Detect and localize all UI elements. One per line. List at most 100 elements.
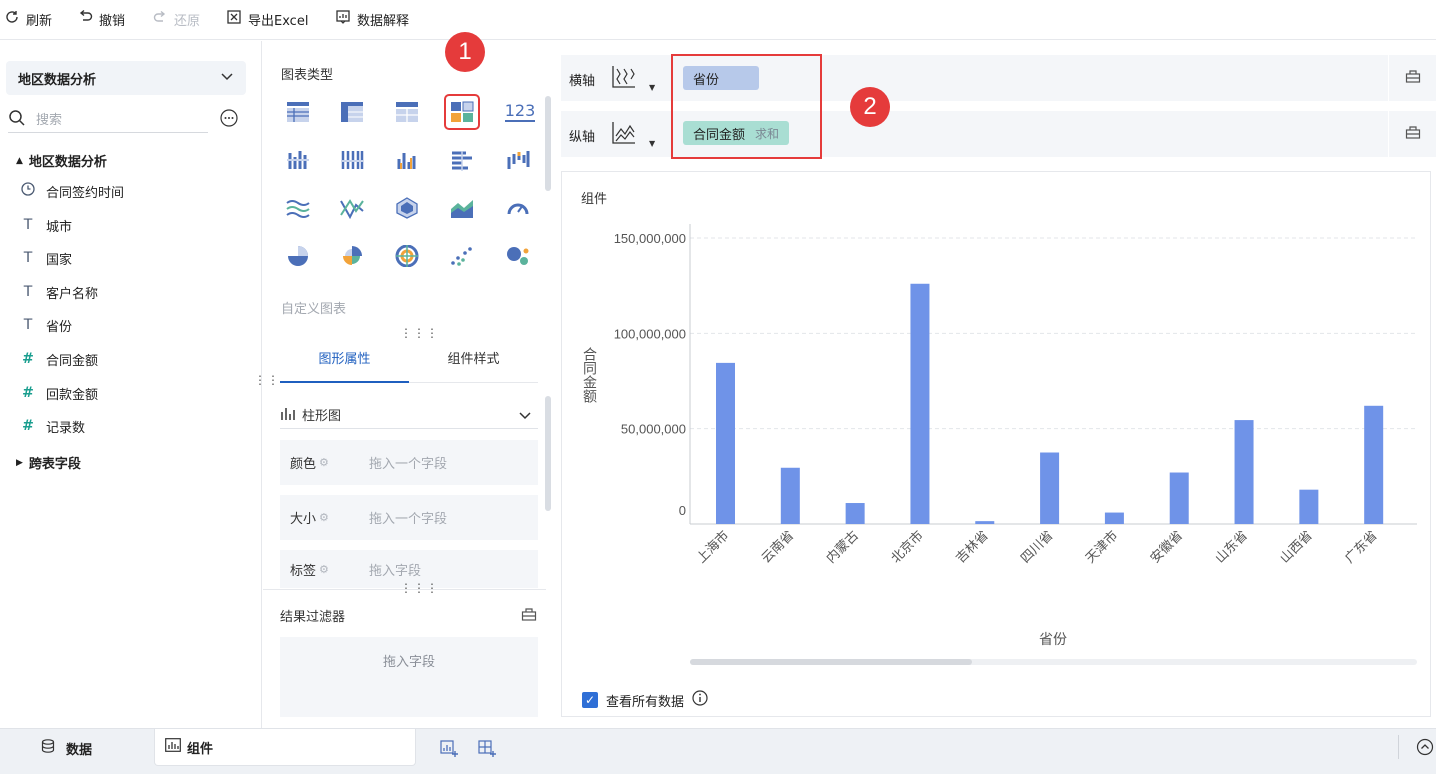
table-chart-icon[interactable]	[283, 97, 313, 127]
data-explain-button[interactable]: 数据解释	[335, 8, 409, 30]
bubble-chart-icon[interactable]	[503, 241, 533, 271]
y-tick-label: 150,000,000	[614, 231, 686, 246]
refresh-button[interactable]: 刷新	[4, 8, 52, 30]
drag-handle-icon[interactable]: ⋮⋮⋮	[400, 582, 439, 594]
kpi-number-icon[interactable]: 123	[503, 97, 537, 127]
bottom-tab-bar: 数据 组件	[0, 728, 1436, 774]
export-excel-label: 导出Excel	[248, 13, 309, 29]
horizontal-bar-icon[interactable]	[447, 145, 477, 175]
radar-line-icon[interactable]	[337, 193, 367, 223]
mark-type-select[interactable]: 柱形图	[280, 401, 538, 429]
data-explain-icon	[335, 9, 351, 29]
custom-chart-type-icon[interactable]	[444, 94, 480, 130]
redo-button[interactable]: 还原	[152, 8, 200, 30]
field-item[interactable]: 合同签约时间	[20, 181, 124, 201]
line-chart-icon[interactable]	[283, 193, 313, 223]
x-tick-label: 安徽省	[1148, 528, 1186, 566]
cross-table-chart-icon[interactable]	[337, 97, 367, 127]
drag-handle-icon[interactable]: ⋮⋮⋮	[400, 327, 439, 339]
prop-placeholder: 拖入字段	[369, 563, 422, 579]
clock-icon	[20, 182, 36, 200]
view-all-data-toggle[interactable]: ✓ 查看所有数据	[582, 690, 708, 710]
property-tabs: 图形属性 组件样式	[280, 337, 538, 383]
redo-label: 还原	[174, 13, 201, 29]
search-input[interactable]: 搜索	[36, 109, 62, 128]
field-item[interactable]: T 客户名称	[20, 282, 98, 302]
filter-settings-icon[interactable]	[521, 606, 537, 626]
caret-down-icon[interactable]: ▼	[649, 83, 655, 92]
export-excel-button[interactable]: 导出Excel	[226, 8, 308, 30]
add-component-icon[interactable]	[440, 739, 458, 761]
chart-types-scrollbar[interactable]	[545, 96, 551, 191]
toolbox-icon	[1405, 124, 1421, 144]
field-label: 记录数	[46, 420, 86, 436]
tab-data-label: 数据	[66, 742, 93, 758]
field-item[interactable]: # 回款金额	[20, 383, 98, 403]
tab-component-style[interactable]: 组件样式	[409, 337, 538, 383]
search-box[interactable]: 搜索	[8, 105, 238, 133]
more-options-icon[interactable]	[220, 109, 238, 131]
bar	[1040, 452, 1060, 524]
collapse-up-icon[interactable]	[1416, 738, 1434, 760]
toolbar: 刷新 撤销 还原 导出Excel 数据解释	[0, 0, 1436, 40]
filter-title: 结果过滤器	[280, 610, 346, 625]
bar	[910, 283, 930, 524]
gear-icon[interactable]: ⚙	[319, 456, 329, 469]
x-axis-settings-button[interactable]	[1389, 55, 1436, 101]
x-tick-label: 天津市	[1082, 528, 1121, 567]
prop-label: 颜色	[290, 457, 317, 472]
caret-down-icon[interactable]: ▼	[649, 139, 655, 148]
area-chart-icon[interactable]	[447, 193, 477, 223]
rose-chart-icon[interactable]	[337, 241, 367, 271]
size-drop-zone[interactable]: 大小 ⚙ 拖入一个字段	[280, 495, 538, 540]
tree-root[interactable]: ▲ 地区数据分析	[16, 151, 107, 170]
tab-graphic-properties[interactable]: 图形属性	[280, 337, 409, 383]
checkbox-checked-icon[interactable]: ✓	[582, 692, 598, 708]
custom-chart-label[interactable]: 自定义图表	[281, 298, 346, 317]
bar-chart-icon	[165, 738, 181, 756]
filter-placeholder: 拖入字段	[382, 655, 435, 670]
gear-icon[interactable]: ⚙	[319, 511, 329, 524]
field-item[interactable]: T 省份	[20, 315, 72, 335]
field-item[interactable]: T 国家	[20, 248, 72, 268]
y-axis-icon	[611, 121, 637, 149]
chevron-down-icon	[220, 69, 234, 87]
field-panel: 地区数据分析 搜索 ▲ 地区数据分析 合同签约时间 T 城市 T 国家 T 客户…	[0, 41, 279, 728]
pie-chart-icon[interactable]	[283, 241, 313, 271]
color-drop-zone[interactable]: 颜色 ⚙ 拖入一个字段	[280, 440, 538, 485]
field-item[interactable]: # 合同金额	[20, 349, 98, 369]
detail-table-chart-icon[interactable]	[392, 97, 422, 127]
x-axis-title: 省份	[1039, 632, 1067, 648]
radar-chart-icon[interactable]	[392, 193, 422, 223]
field-item[interactable]: T 城市	[20, 215, 72, 235]
undo-label: 撤销	[99, 13, 126, 29]
undo-button[interactable]: 撤销	[77, 8, 125, 30]
add-dashboard-icon[interactable]	[478, 739, 496, 761]
x-tick-label: 广东省	[1342, 528, 1380, 566]
dataset-select[interactable]: 地区数据分析	[6, 61, 246, 95]
y-axis-settings-button[interactable]	[1389, 111, 1436, 157]
filter-drop-zone[interactable]: 拖入字段	[280, 637, 538, 717]
text-field-icon: T	[23, 217, 33, 233]
grouped-bar-icon[interactable]	[283, 145, 313, 175]
properties-scrollbar[interactable]	[545, 396, 551, 511]
bar-chart-icon[interactable]	[392, 145, 422, 175]
x-tick-label: 北京市	[888, 528, 927, 567]
cross-table-node[interactable]: ▶ 跨表字段	[16, 453, 81, 472]
x-tick-label: 山西省	[1277, 528, 1315, 566]
waterfall-chart-icon[interactable]	[503, 145, 533, 175]
sunburst-chart-icon[interactable]	[392, 241, 422, 271]
field-item[interactable]: # 记录数	[20, 416, 85, 436]
info-icon[interactable]	[692, 690, 708, 710]
chart-card: 组件 0 50,000,000 100,000,000 150,000,000 合同金额…	[561, 171, 1431, 717]
tab-data[interactable]: 数据	[40, 729, 92, 767]
tab-component[interactable]: 组件	[154, 729, 416, 766]
bar	[1234, 420, 1254, 524]
scatter-chart-icon[interactable]	[447, 241, 477, 271]
cross-table-label: 跨表字段	[28, 457, 81, 472]
gear-icon[interactable]: ⚙	[319, 563, 329, 576]
chart-types-title: 图表类型	[281, 68, 334, 83]
gauge-chart-icon[interactable]	[503, 193, 533, 223]
y-tick-label: 100,000,000	[614, 326, 686, 341]
stacked-bar-icon[interactable]	[337, 145, 367, 175]
